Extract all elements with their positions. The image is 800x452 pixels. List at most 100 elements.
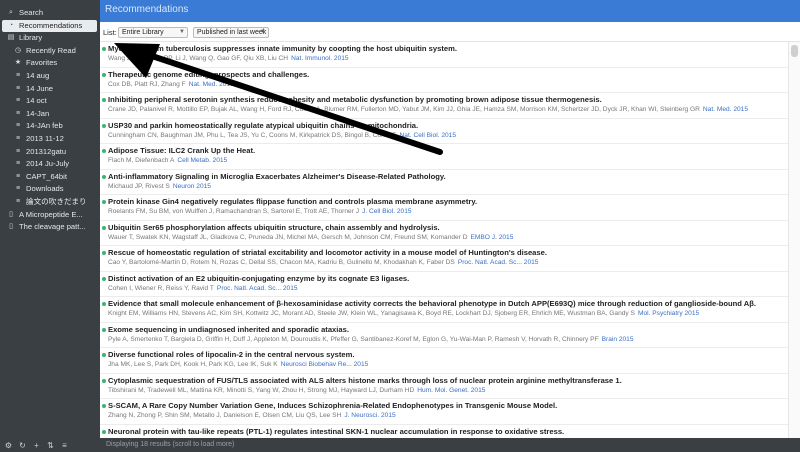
- result-journal-link[interactable]: Mol. Psychiatry 2015: [638, 310, 699, 317]
- result-meta: Wauer T, Swatek KN, Wagstaff JL, Gladkov…: [108, 233, 788, 243]
- results-scrollbar[interactable]: [788, 42, 800, 438]
- result-title[interactable]: Anti-inflammatory Signaling in Microglia…: [108, 172, 788, 182]
- sidebar-item-label: Favorites: [26, 58, 58, 68]
- result-journal-link[interactable]: Nat. Cell Biol. 2015: [400, 132, 456, 139]
- sidebar-item-downloads[interactable]: ≡ Downloads: [0, 183, 100, 196]
- sidebar-item-14-jan[interactable]: ≡ 14-Jan: [0, 108, 100, 121]
- gear-icon[interactable]: ⚙: [3, 441, 14, 450]
- result-title[interactable]: Cytoplasmic sequestration of FUS/TLS ass…: [108, 376, 788, 386]
- sidebar-item-label: The cleavage patt...: [19, 222, 86, 232]
- result-authors: Pyle A, Smertenko T, Bargiela D, Griffin…: [108, 335, 599, 343]
- result-journal-link[interactable]: Neuron 2015: [173, 183, 211, 190]
- result-authors: Crane JD, Palanivel R, Mottillo EP, Buja…: [108, 106, 700, 113]
- menu-icon[interactable]: ≡: [59, 441, 70, 450]
- list-icon: ≡: [15, 71, 21, 79]
- unread-indicator: [102, 378, 106, 383]
- result-row[interactable]: Ubiquitin Ser65 phosphorylation affects …: [100, 221, 788, 246]
- sidebar-item-favorites[interactable]: ★ Favorites: [0, 57, 100, 70]
- sidebar-item-2013-11-12[interactable]: ≡ 2013 11-12: [0, 133, 100, 146]
- result-meta: Wang J, Li BX, Ge PP, Li J, Wang Q, Gao …: [108, 54, 788, 64]
- sidebar-item-label: 2013 11-12: [26, 133, 64, 143]
- result-title[interactable]: Mycobacterium tuberculosis suppresses in…: [108, 44, 788, 54]
- result-row[interactable]: Protein kinase Gin4 negatively regulates…: [100, 195, 788, 221]
- sidebar-item-201312gatu[interactable]: ≡ 201312gatu: [0, 146, 100, 159]
- time-range-select[interactable]: Published in last week ▼: [193, 27, 269, 38]
- result-authors: Wang J, Li BX, Ge PP, Li J, Wang Q, Gao …: [108, 55, 289, 62]
- result-row[interactable]: Therapeutic genome editing: prospects an…: [100, 68, 788, 93]
- result-title[interactable]: Distinct activation of an E2 ubiquitin-c…: [108, 274, 788, 284]
- add-icon[interactable]: +: [31, 441, 42, 450]
- library-select[interactable]: Entire Library ▼: [118, 27, 188, 38]
- sidebar-item-library[interactable]: ▤ Library: [0, 32, 100, 45]
- result-title[interactable]: Ubiquitin Ser65 phosphorylation affects …: [108, 223, 788, 233]
- result-title[interactable]: Diverse functional roles of lipocalin-2 …: [108, 350, 788, 360]
- sidebar-item-14-june[interactable]: ≡ 14 June: [0, 83, 100, 96]
- list-icon: ≡: [15, 197, 21, 205]
- result-journal-link[interactable]: Proc. Natl. Acad. Sc... 2015: [217, 285, 298, 292]
- library-select-value: Entire Library: [122, 29, 164, 36]
- result-row[interactable]: Distinct activation of an E2 ubiquitin-c…: [100, 272, 788, 297]
- sidebar-item-a-micropeptide-e[interactable]: ▯ A Micropeptide E...: [0, 209, 100, 222]
- unread-indicator: [102, 353, 106, 357]
- sidebar-item-2014-ju-july[interactable]: ≡ 2014 Ju-July: [0, 158, 100, 171]
- sidebar-item-recently-read[interactable]: ◷ Recently Read: [0, 45, 100, 58]
- result-row[interactable]: Cytoplasmic sequestration of FUS/TLS ass…: [100, 374, 788, 399]
- result-meta: Cao Y, Bartolomé-Martín D, Rotem N, Roza…: [108, 258, 788, 268]
- sidebar-item-[interactable]: ≡ 論文の吹きだまり: [0, 196, 100, 209]
- result-row[interactable]: Diverse functional roles of lipocalin-2 …: [100, 348, 788, 374]
- result-row[interactable]: USP30 and parkin homeostatically regulat…: [100, 119, 788, 144]
- result-row[interactable]: Rescue of homeostatic regulation of stri…: [100, 246, 788, 272]
- result-journal-link[interactable]: Hum. Mol. Genet. 2015: [417, 387, 485, 394]
- time-range-select-value: Published in last week: [197, 29, 267, 36]
- sidebar-item-the-cleavage-patt[interactable]: ▯ The cleavage patt...: [0, 221, 100, 234]
- list-icon: ≡: [15, 185, 21, 193]
- sidebar-item-14-oct[interactable]: ≡ 14 oct: [0, 95, 100, 108]
- result-title[interactable]: USP30 and parkin homeostatically regulat…: [108, 121, 788, 131]
- header-bar: Recommendations: [100, 0, 800, 22]
- result-row[interactable]: Neuronal protein with tau-like repeats (…: [100, 425, 788, 438]
- result-row[interactable]: Evidence that small molecule enhancement…: [100, 297, 788, 323]
- sidebar-item-14-aug[interactable]: ≡ 14 aug: [0, 70, 100, 83]
- result-journal-link[interactable]: Brain 2015: [602, 336, 634, 343]
- result-title[interactable]: Inhibiting peripheral serotonin synthesi…: [108, 95, 788, 105]
- result-title[interactable]: Exome sequencing in undiagnosed inherite…: [108, 325, 788, 335]
- result-journal-link[interactable]: Nat. Med. 2015: [189, 81, 234, 88]
- sidebar-item-recommendations[interactable]: ◔ Recommendations: [2, 19, 97, 33]
- list-icon: ≡: [15, 160, 21, 168]
- sidebar-item-capt-64bit[interactable]: ≡ CAPT_64bit: [0, 171, 100, 184]
- result-authors: Cohen I, Wiener R, Reiss Y, Ravid T: [108, 284, 214, 292]
- result-journal-link[interactable]: J. Neurosci. 2015: [344, 412, 395, 419]
- result-journal-link[interactable]: Nat. Immunol. 2015: [291, 55, 349, 62]
- result-title[interactable]: S-SCAM, A Rare Copy Number Variation Gen…: [108, 401, 788, 411]
- result-authors: Roelants FM, Su BM, von Wulffen J, Ramac…: [108, 208, 360, 215]
- result-journal-link[interactable]: Neurosci Biobehav Re... 2015: [281, 361, 369, 368]
- result-row[interactable]: S-SCAM, A Rare Copy Number Variation Gen…: [100, 399, 788, 425]
- unread-indicator: [102, 72, 106, 77]
- result-journal-link[interactable]: Proc. Natl. Acad. Sc... 2015: [458, 259, 539, 266]
- sidebar-toolbar: ⚙ ↻ + ⇅ ≡: [0, 438, 100, 452]
- unread-indicator: [102, 98, 106, 102]
- scrollbar-thumb[interactable]: [791, 45, 798, 57]
- result-row[interactable]: Mycobacterium tuberculosis suppresses in…: [100, 42, 788, 68]
- result-title[interactable]: Neuronal protein with tau-like repeats (…: [108, 427, 788, 437]
- result-journal-link[interactable]: Nat. Med. 2015: [703, 106, 748, 113]
- result-journal-link[interactable]: J. Cell Biol. 2015: [362, 208, 411, 215]
- result-journal-link[interactable]: Cell Metab. 2015: [177, 157, 227, 164]
- sidebar-item-14-jan-feb[interactable]: ≡ 14-JAn feb: [0, 120, 100, 133]
- result-row[interactable]: Exome sequencing in undiagnosed inherite…: [100, 323, 788, 348]
- result-title[interactable]: Evidence that small molecule enhancement…: [108, 299, 788, 309]
- result-row[interactable]: Anti-inflammatory Signaling in Microglia…: [100, 170, 788, 195]
- sync-icon[interactable]: ↻: [17, 441, 28, 450]
- result-title[interactable]: Therapeutic genome editing: prospects an…: [108, 70, 788, 80]
- result-row[interactable]: Adipose Tissue: ILC2 Crank Up the Heat. F…: [100, 144, 788, 170]
- list-icon: ≡: [15, 109, 21, 117]
- result-row[interactable]: Inhibiting peripheral serotonin synthesi…: [100, 93, 788, 119]
- result-title[interactable]: Adipose Tissue: ILC2 Crank Up the Heat.: [108, 146, 788, 156]
- sidebar-item-search[interactable]: ⌕ Search: [0, 7, 100, 20]
- result-title[interactable]: Rescue of homeostatic regulation of stri…: [108, 248, 788, 258]
- sidebar-item-label: 14 oct: [26, 96, 47, 106]
- result-title[interactable]: Protein kinase Gin4 negatively regulates…: [108, 197, 788, 207]
- sort-icon[interactable]: ⇅: [45, 441, 56, 450]
- result-journal-link[interactable]: EMBO J. 2015: [471, 234, 514, 241]
- result-authors: Cox DB, Platt RJ, Zhang F: [108, 80, 186, 88]
